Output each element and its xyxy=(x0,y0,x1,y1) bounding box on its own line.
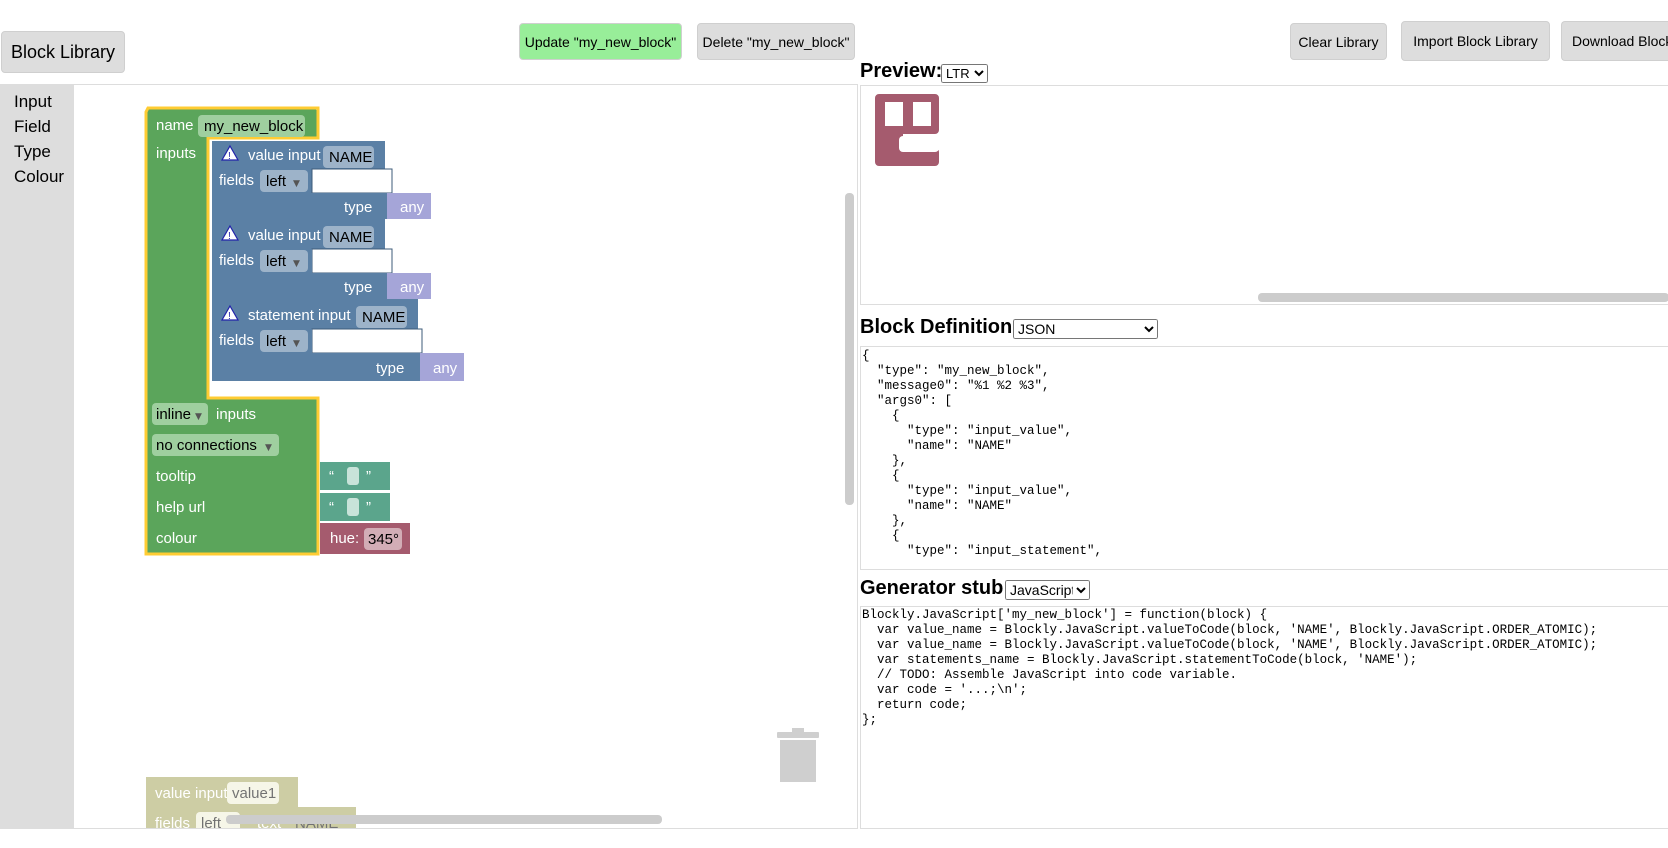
input-label-2: value input xyxy=(248,227,321,244)
input-label-1: value input xyxy=(248,147,321,164)
horizontal-scrollbar[interactable] xyxy=(226,815,662,824)
input-name-field-1[interactable]: NAME xyxy=(329,149,372,166)
generator-stub-header: Generator stub: xyxy=(860,577,1011,599)
align-dropdown-2[interactable]: left xyxy=(266,253,287,270)
toolbox: Input Field Type Colour xyxy=(1,85,74,828)
type-label-3: type xyxy=(376,360,404,377)
helpurl-text-field[interactable] xyxy=(347,498,359,516)
trash-icon[interactable] xyxy=(777,728,819,782)
definition-code[interactable]: { "type": "my_new_block", "message0": "%… xyxy=(862,349,1102,559)
vertical-scrollbar[interactable] xyxy=(845,193,854,505)
inline-dropdown[interactable]: inline xyxy=(156,406,191,423)
align-dropdown-3[interactable]: left xyxy=(266,333,287,350)
hue-label: hue: xyxy=(330,530,359,547)
quote-close-icon: ” xyxy=(366,499,371,516)
value-input-block[interactable]: ! value input NAME fields left ▼ type an… xyxy=(212,141,431,219)
preview-pane xyxy=(860,85,1668,305)
warning-icon-mark: ! xyxy=(228,231,231,242)
statement-input-block[interactable]: ! statement input NAME fields left ▼ typ… xyxy=(212,299,464,381)
hue-value-field[interactable]: 345° xyxy=(368,531,399,548)
toolbox-category-colour[interactable]: Colour xyxy=(14,167,64,187)
toolbox-category-field[interactable]: Field xyxy=(14,117,51,137)
generator-code[interactable]: Blockly.JavaScript['my_new_block'] = fun… xyxy=(862,608,1597,728)
type-value-3: any xyxy=(433,360,458,377)
connections-dropdown[interactable]: no connections xyxy=(156,437,257,454)
inputs-suffix-label: inputs xyxy=(216,406,256,423)
fields-label-3: fields xyxy=(219,332,254,349)
type-value-1: any xyxy=(400,199,425,216)
help-url-label: help url xyxy=(156,499,205,516)
type-label-1: type xyxy=(344,199,372,216)
chevron-down-icon: ▼ xyxy=(293,339,300,349)
fields-slot-empty xyxy=(311,328,423,354)
type-label-2: type xyxy=(344,279,372,296)
quote-close-icon: ” xyxy=(366,468,371,485)
block-definition-header: Block Definition: xyxy=(860,316,1019,338)
update-block-button[interactable]: Update "my_new_block" xyxy=(519,23,682,60)
generator-pane: Blockly.JavaScript['my_new_block'] = fun… xyxy=(860,606,1668,829)
inputs-label: inputs xyxy=(156,145,196,162)
fields-slot-empty xyxy=(311,248,393,274)
toolbox-category-type[interactable]: Type xyxy=(14,142,51,162)
generator-language-select[interactable]: JavaScript xyxy=(1005,580,1090,600)
blockly-workspace[interactable]: name my_new_block inputs ! value input N… xyxy=(74,85,857,828)
chevron-down-icon: ▼ xyxy=(265,443,272,453)
chevron-down-icon: ▼ xyxy=(293,259,300,269)
tooltip-text-field[interactable] xyxy=(347,467,359,485)
toolbox-category-input[interactable]: Input xyxy=(14,92,52,112)
root-name-label: name xyxy=(156,117,194,134)
align-dropdown-1[interactable]: left xyxy=(266,173,287,190)
type-value-2: any xyxy=(400,279,425,296)
quote-open-icon: “ xyxy=(329,499,334,516)
warning-icon-mark: ! xyxy=(228,151,231,162)
flyout-align-dropdown: left xyxy=(201,815,222,828)
clear-library-button[interactable]: Clear Library xyxy=(1290,23,1387,60)
tooltip-label: tooltip xyxy=(156,468,196,485)
definition-format-select[interactable]: JSON xyxy=(1013,319,1158,339)
preview-horizontal-scrollbar[interactable] xyxy=(1258,293,1668,302)
input-label-3: statement input xyxy=(248,307,351,324)
input-name-field-3[interactable]: NAME xyxy=(362,309,405,326)
import-library-button[interactable]: Import Block Library xyxy=(1401,21,1550,61)
value-input-block[interactable]: ! value input NAME fields left ▼ type an… xyxy=(212,219,431,299)
chevron-down-icon: ▼ xyxy=(195,412,202,422)
definition-pane: { "type": "my_new_block", "message0": "%… xyxy=(860,346,1668,570)
direction-select[interactable]: LTR xyxy=(941,64,988,83)
quote-open-icon: “ xyxy=(329,468,334,485)
fields-slot-empty xyxy=(311,168,393,194)
block-library-button[interactable]: Block Library xyxy=(1,31,125,73)
delete-block-button[interactable]: Delete "my_new_block" xyxy=(697,23,855,60)
warning-icon-mark: ! xyxy=(228,311,231,322)
preview-block xyxy=(875,94,939,166)
root-block-body xyxy=(146,130,208,430)
flyout-block-label: value input xyxy=(155,785,228,802)
download-block-button[interactable]: Download Block xyxy=(1561,21,1668,61)
preview-header: Preview: xyxy=(860,60,943,82)
flyout-fields-label: fields xyxy=(155,815,190,828)
chevron-down-icon: ▼ xyxy=(293,179,300,189)
input-name-field-2[interactable]: NAME xyxy=(329,229,372,246)
flyout-block-name: value1 xyxy=(232,785,276,802)
fields-label-1: fields xyxy=(219,172,254,189)
block-name-field[interactable]: my_new_block xyxy=(204,118,304,135)
fields-label-2: fields xyxy=(219,252,254,269)
colour-label: colour xyxy=(156,530,197,547)
